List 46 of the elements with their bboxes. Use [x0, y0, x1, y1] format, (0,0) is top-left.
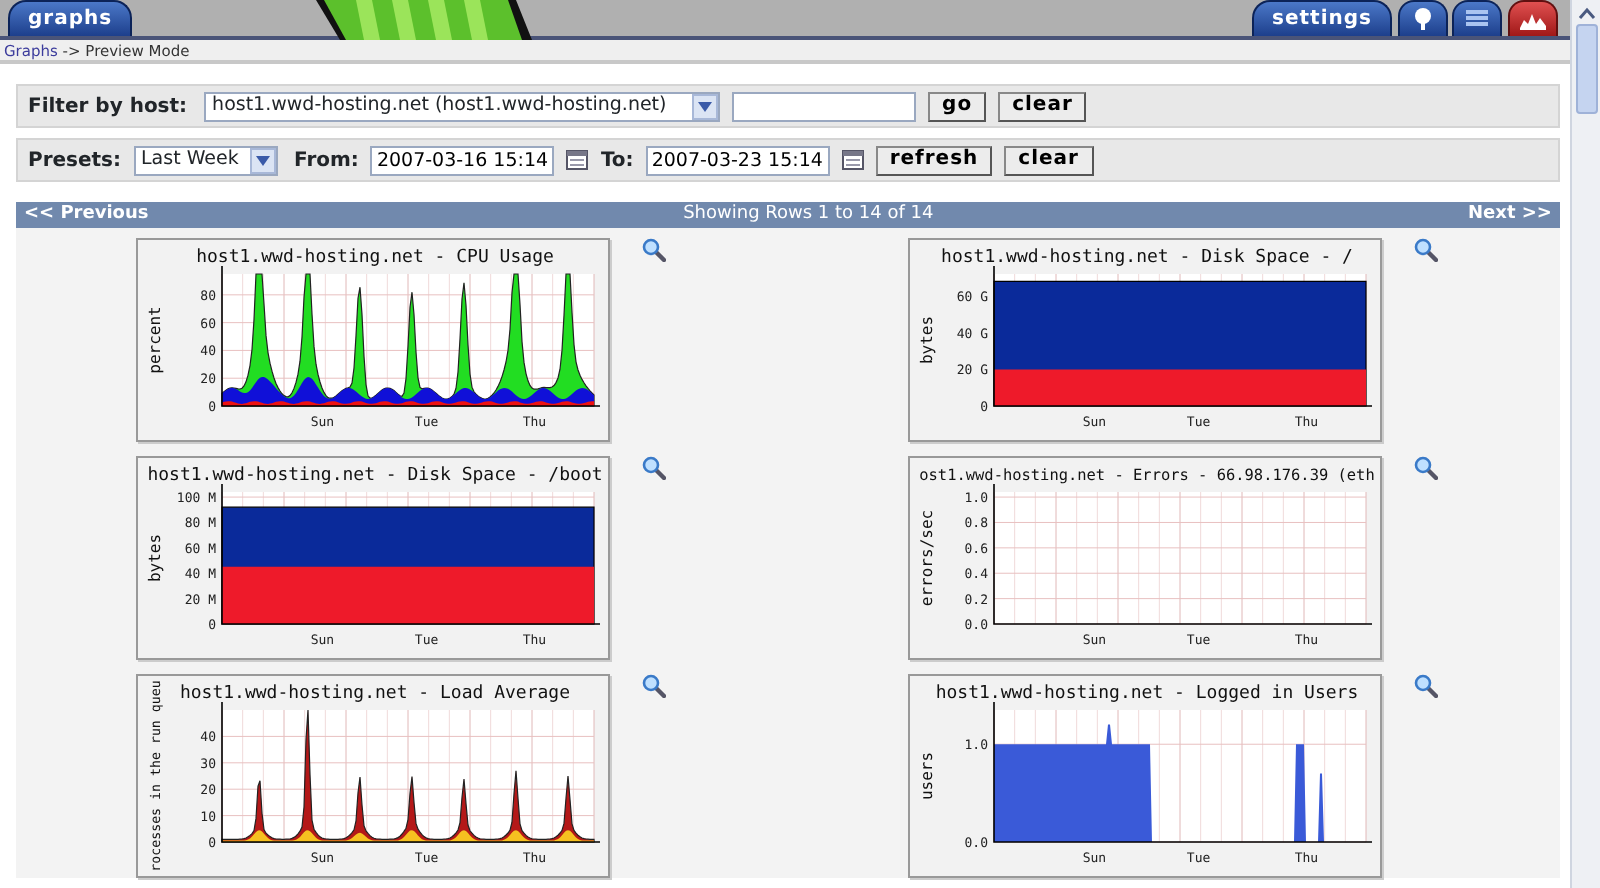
tree-tab[interactable] — [1397, 0, 1447, 36]
scrollbar-thumb[interactable] — [1575, 24, 1597, 114]
graphs-tab[interactable]: graphs — [8, 0, 133, 36]
graph-title: host1.wwd-hosting.net - Load Average — [179, 684, 571, 704]
tree-icon — [1409, 8, 1435, 30]
presets-label: Presets: — [28, 147, 122, 175]
magnifier-icon[interactable] — [1414, 456, 1438, 480]
filter-label: Filter by host: — [28, 93, 188, 121]
previous-link[interactable]: << Previous — [24, 201, 149, 229]
graph-tab[interactable] — [1507, 0, 1557, 36]
y-axis-label: bytes — [146, 533, 164, 583]
graph-title: host1.wwd-hosting.net - CPU Usage — [196, 248, 554, 268]
from-label: From: — [294, 147, 359, 175]
preset-select[interactable]: Last Week — [133, 145, 278, 175]
to-date-field[interactable]: 2007-03-23 15:14 — [645, 145, 830, 175]
magnifier-icon[interactable] — [1414, 674, 1438, 698]
to-label: To: — [600, 147, 634, 175]
y-axis-label: percent — [146, 306, 164, 374]
search-field[interactable] — [732, 91, 917, 121]
next-link[interactable]: Next >> — [1468, 201, 1552, 229]
magnifier-icon[interactable] — [642, 238, 666, 262]
graph-title: host1.wwd-hosting.net - Disk Space - / — [941, 248, 1353, 268]
graph-title: host1.wwd-hosting.net - Disk Space - /boot — [147, 466, 603, 486]
host-select[interactable]: host1.wwd-hosting.net (host1.wwd-hosting.net) — [204, 91, 721, 121]
magnifier-icon[interactable] — [642, 456, 666, 480]
go-button[interactable]: go — [928, 91, 987, 121]
rows-summary: Showing Rows 1 to 14 of 14 — [683, 201, 934, 228]
graph-title: host1.wwd-hosting.net - Logged in Users — [935, 684, 1359, 704]
dropdown-arrow-icon — [255, 155, 270, 165]
dropdown-arrow-icon — [698, 101, 713, 111]
list-tab[interactable] — [1452, 0, 1502, 36]
magnifier-icon[interactable] — [1414, 238, 1438, 262]
scrollbar[interactable] — [1570, 0, 1600, 888]
y-axis-label: bytes — [918, 315, 936, 365]
calendar-icon[interactable] — [566, 150, 589, 170]
magnifier-icon[interactable] — [642, 674, 666, 698]
y-axis-label: users — [918, 751, 936, 801]
refresh-button[interactable]: refresh — [875, 145, 993, 175]
y-axis-label: errors/sec — [918, 509, 936, 607]
settings-tab[interactable]: settings — [1252, 0, 1392, 36]
calendar-icon[interactable] — [841, 150, 864, 170]
clear-button[interactable]: clear — [1004, 145, 1093, 175]
from-date-field[interactable]: 2007-03-16 15:14 — [370, 145, 555, 175]
list-icon — [1464, 8, 1490, 30]
clear-button[interactable]: clear — [998, 91, 1087, 121]
scroll-up-icon[interactable] — [1577, 6, 1595, 20]
